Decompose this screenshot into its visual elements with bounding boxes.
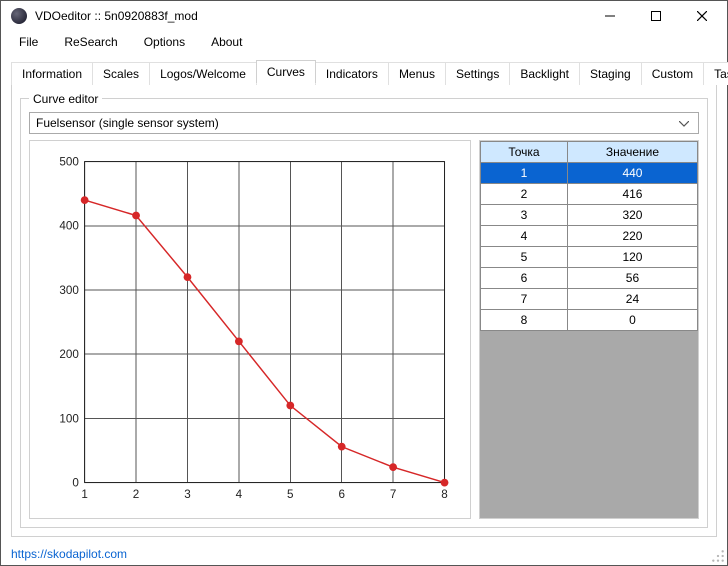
svg-text:300: 300: [59, 284, 79, 297]
menubar: File ReSearch Options About: [1, 31, 727, 53]
cell-value[interactable]: 320: [567, 204, 697, 225]
table-row[interactable]: 1440: [481, 162, 698, 183]
svg-text:5: 5: [287, 488, 293, 501]
curve-table-wrapper: Точка Значение 1440241633204220512065672…: [479, 140, 699, 520]
maximize-button[interactable]: [633, 1, 679, 31]
curve-plot: 0 100 200 300 400 500 1 2 3 4 5 6 7 8: [29, 140, 471, 520]
menu-options[interactable]: Options: [132, 32, 197, 52]
curve-select-value: Fuelsensor (single sensor system): [36, 116, 676, 130]
cell-value[interactable]: 220: [567, 225, 697, 246]
cell-value[interactable]: 0: [567, 309, 697, 330]
svg-text:2: 2: [133, 488, 139, 501]
table-row[interactable]: 4220: [481, 225, 698, 246]
table-row[interactable]: 3320: [481, 204, 698, 225]
window-title: VDOeditor :: 5n0920883f_mod: [35, 9, 198, 23]
close-icon: [697, 11, 707, 21]
curve-select-dropdown[interactable]: Fuelsensor (single sensor system): [29, 112, 699, 134]
menu-about[interactable]: About: [199, 32, 254, 52]
tab-information[interactable]: Information: [11, 62, 93, 85]
svg-text:0: 0: [72, 476, 79, 489]
menu-research[interactable]: ReSearch: [52, 32, 129, 52]
svg-text:6: 6: [338, 488, 344, 501]
tab-settings[interactable]: Settings: [445, 62, 510, 85]
col-header-point[interactable]: Точка: [481, 141, 568, 162]
chevron-down-icon: [676, 116, 692, 130]
cell-point[interactable]: 1: [481, 162, 568, 183]
tab-scales[interactable]: Scales: [92, 62, 150, 85]
resize-grip-icon[interactable]: [711, 549, 725, 563]
app-icon: [11, 8, 27, 24]
cell-value[interactable]: 440: [567, 162, 697, 183]
tab-staging[interactable]: Staging: [579, 62, 642, 85]
statusbar: https://skodapilot.com: [1, 543, 727, 565]
tab-tasks[interactable]: Tasks: [703, 62, 728, 85]
cell-value[interactable]: 56: [567, 267, 697, 288]
curve-editor-legend: Curve editor: [29, 92, 102, 106]
tab-backlight[interactable]: Backlight: [509, 62, 580, 85]
table-row[interactable]: 2416: [481, 183, 698, 204]
cell-value[interactable]: 24: [567, 288, 697, 309]
tab-panel-curves: Curve editor Fuelsensor (single sensor s…: [11, 83, 717, 538]
curve-editor-group: Curve editor Fuelsensor (single sensor s…: [20, 92, 708, 529]
cell-value[interactable]: 120: [567, 246, 697, 267]
minimize-button[interactable]: [587, 1, 633, 31]
close-button[interactable]: [679, 1, 725, 31]
cell-point[interactable]: 8: [481, 309, 568, 330]
table-row[interactable]: 80: [481, 309, 698, 330]
cell-point[interactable]: 2: [481, 183, 568, 204]
table-row[interactable]: 5120: [481, 246, 698, 267]
curve-table[interactable]: Точка Значение 1440241633204220512065672…: [480, 141, 698, 331]
svg-text:7: 7: [390, 488, 396, 501]
table-row[interactable]: 724: [481, 288, 698, 309]
svg-text:4: 4: [236, 488, 243, 501]
tab-curves[interactable]: Curves: [256, 60, 316, 84]
maximize-icon: [651, 11, 661, 21]
menu-file[interactable]: File: [7, 32, 50, 52]
tabstrip: Information Scales Logos/Welcome Curves …: [1, 53, 727, 83]
cell-point[interactable]: 4: [481, 225, 568, 246]
cell-value[interactable]: 416: [567, 183, 697, 204]
svg-text:100: 100: [59, 412, 79, 425]
table-row[interactable]: 656: [481, 267, 698, 288]
tab-logos[interactable]: Logos/Welcome: [149, 62, 257, 85]
svg-text:500: 500: [59, 155, 79, 168]
svg-text:8: 8: [441, 488, 447, 501]
titlebar: VDOeditor :: 5n0920883f_mod: [1, 1, 727, 31]
svg-text:3: 3: [184, 488, 190, 501]
cell-point[interactable]: 6: [481, 267, 568, 288]
cell-point[interactable]: 7: [481, 288, 568, 309]
svg-text:200: 200: [59, 348, 79, 361]
svg-text:1: 1: [81, 488, 87, 501]
tab-custom[interactable]: Custom: [641, 62, 704, 85]
svg-text:400: 400: [59, 219, 79, 232]
tab-menus[interactable]: Menus: [388, 62, 446, 85]
status-link[interactable]: https://skodapilot.com: [11, 547, 127, 561]
col-header-value[interactable]: Значение: [567, 141, 697, 162]
tab-indicators[interactable]: Indicators: [315, 62, 389, 85]
curve-plot-svg: 0 100 200 300 400 500 1 2 3 4 5 6 7 8: [36, 147, 464, 517]
cell-point[interactable]: 5: [481, 246, 568, 267]
cell-point[interactable]: 3: [481, 204, 568, 225]
app-window: VDOeditor :: 5n0920883f_mod File ReSearc…: [0, 0, 728, 566]
minimize-icon: [605, 11, 615, 21]
